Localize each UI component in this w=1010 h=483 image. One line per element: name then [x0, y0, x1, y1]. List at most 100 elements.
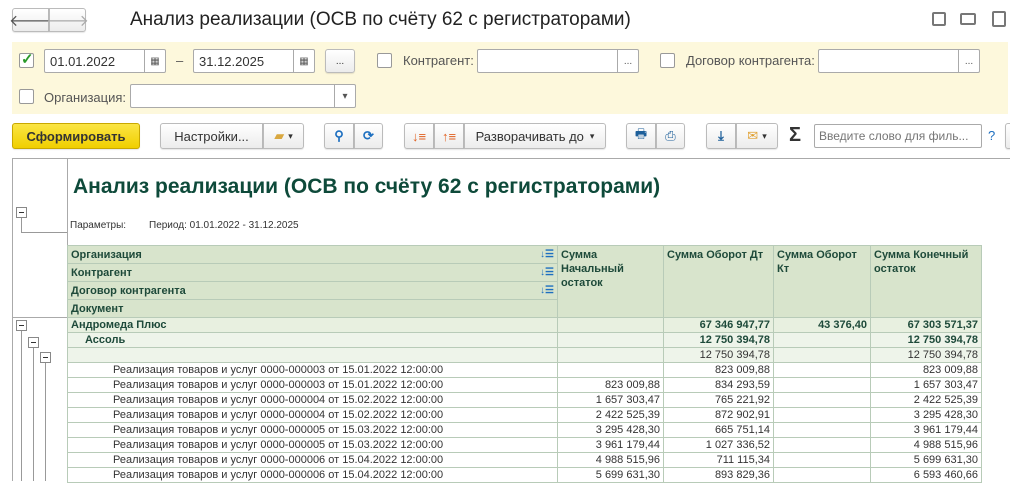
print-icon[interactable]: [960, 13, 976, 25]
org-field[interactable]: ▾: [130, 84, 356, 108]
preview-button[interactable]: ⎙: [656, 123, 685, 149]
variant-button[interactable]: ▰ ▾: [263, 123, 304, 149]
preview-icon[interactable]: [992, 11, 1006, 27]
kontragent-checkbox[interactable]: [377, 53, 392, 68]
search-next-icon: ⟳: [363, 128, 374, 143]
kontragent-name: Ассоль: [67, 332, 558, 348]
kontragent-field[interactable]: ...: [477, 49, 639, 73]
params-label: Параметры:: [70, 220, 127, 231]
sort-desc-button[interactable]: ↓≡: [404, 123, 434, 149]
col-header-dt[interactable]: Сумма Оборот Дт: [663, 245, 774, 318]
cell: 2 422 525,39: [557, 407, 664, 423]
dropdown-icon: ▾: [589, 130, 595, 141]
table-row[interactable]: Реализация товаров и услуг 0000-000005 о…: [67, 422, 982, 438]
table-row[interactable]: Реализация товаров и услуг 0000-000003 о…: [67, 377, 982, 393]
search-input[interactable]: [814, 124, 982, 148]
cell: [773, 437, 871, 453]
col-header-start[interactable]: Сумма Начальный остаток: [557, 245, 664, 318]
group-header[interactable]: Документ: [67, 299, 558, 318]
kontragent-row[interactable]: Ассоль 12 750 394,78 12 750 394,78: [67, 332, 982, 348]
cell: 67 303 571,37: [870, 317, 982, 333]
send-email-button[interactable]: ✉ ▾: [736, 123, 778, 149]
preview-icon: ⎙: [665, 128, 676, 143]
save-file-button[interactable]: ⤓: [706, 123, 736, 149]
sort-asc-button[interactable]: ↑≡: [434, 123, 464, 149]
document-name: Реализация товаров и услуг 0000-000006 о…: [67, 467, 558, 483]
dropdown-icon[interactable]: ▾: [334, 85, 355, 107]
search-button[interactable]: ⚲: [324, 123, 354, 149]
kontragent-label: Контрагент:: [403, 53, 474, 68]
dogovor-field[interactable]: ...: [818, 49, 980, 73]
table-row[interactable]: Реализация товаров и услуг 0000-000006 о…: [67, 467, 982, 483]
group-header[interactable]: Договор контрагента ↓☰: [67, 281, 558, 300]
arrow-right-icon: 🡒: [46, 12, 89, 30]
search-next-button[interactable]: ⟳: [354, 123, 383, 149]
cell: 823 009,88: [557, 377, 664, 393]
collapse-org-icon[interactable]: [16, 320, 27, 331]
org-name: Андромеда Плюс: [67, 317, 558, 333]
dash: –: [176, 53, 184, 68]
collapse-header-icon[interactable]: [16, 207, 27, 218]
cell: 834 293,59: [663, 377, 774, 393]
print-button[interactable]: 🖶: [626, 123, 656, 149]
generate-button[interactable]: Сформировать: [12, 123, 140, 149]
dropdown-icon: ▾: [288, 130, 293, 141]
period-select-button[interactable]: ...: [325, 49, 355, 73]
date-to-field[interactable]: 31.12.2025 ▦: [193, 49, 315, 73]
tree-line: [45, 363, 46, 481]
report-table: Организация ↓☰ Сумма Начальный остаток Су…: [67, 245, 982, 483]
dogovor-row[interactable]: 12 750 394,78 12 750 394,78: [67, 347, 982, 363]
document-name: Реализация товаров и услуг 0000-000003 о…: [67, 362, 558, 378]
help-link[interactable]: ?: [988, 128, 995, 143]
table-row[interactable]: Реализация товаров и услуг 0000-000003 о…: [67, 362, 982, 378]
cell: [557, 347, 664, 363]
cell: 1 657 303,47: [557, 392, 664, 408]
table-row[interactable]: Реализация товаров и услуг 0000-000004 о…: [67, 407, 982, 423]
cell: 3 961 179,44: [557, 437, 664, 453]
cell: [557, 332, 664, 348]
group-header[interactable]: Организация ↓☰: [67, 245, 558, 264]
gutter-divider: [12, 317, 67, 318]
save-icon[interactable]: [932, 12, 946, 26]
sort-icon: ↓☰: [540, 266, 554, 278]
calendar-icon[interactable]: ▦: [144, 50, 165, 72]
document-name: Реализация товаров и услуг 0000-000003 о…: [67, 377, 558, 393]
date-from-field[interactable]: 01.01.2022 ▦: [44, 49, 166, 73]
col-header-end[interactable]: Сумма Конечный остаток: [870, 245, 982, 318]
table-row[interactable]: Реализация товаров и услуг 0000-000004 о…: [67, 392, 982, 408]
tree-line: [21, 232, 67, 233]
cell: 3 961 179,44: [870, 422, 982, 438]
cell: [773, 467, 871, 483]
cell: 893 829,36: [663, 467, 774, 483]
tree-line: [21, 218, 22, 232]
dogovor-checkbox[interactable]: [660, 53, 675, 68]
sum-icon[interactable]: Σ: [789, 124, 801, 147]
cell: [773, 332, 871, 348]
cell: 6 593 460,66: [870, 467, 982, 483]
org-checkbox[interactable]: [19, 89, 34, 104]
cell: 5 699 631,30: [870, 452, 982, 468]
col-header-kt[interactable]: Сумма Оборот Кт: [773, 245, 871, 318]
sort-icon: ↓☰: [540, 248, 554, 260]
back-button[interactable]: 🡐: [9, 8, 52, 32]
table-row[interactable]: Реализация товаров и услуг 0000-000005 о…: [67, 437, 982, 453]
calendar-icon[interactable]: ▦: [293, 50, 314, 72]
group-header[interactable]: Контрагент ↓☰: [67, 263, 558, 282]
cell: [557, 317, 664, 333]
cell: [773, 422, 871, 438]
forward-button[interactable]: 🡒: [46, 8, 89, 32]
more-button[interactable]: [1005, 123, 1010, 149]
collapse-kontragent-icon[interactable]: [28, 337, 39, 348]
dogovor-label: Договор контрагента:: [686, 53, 815, 68]
org-row[interactable]: Андромеда Плюс 67 346 947,77 43 376,40 67 3…: [67, 317, 982, 333]
period-checkbox[interactable]: ✓: [19, 51, 34, 68]
cell: 5 699 631,30: [557, 467, 664, 483]
cell: [773, 452, 871, 468]
settings-button[interactable]: Настройки...: [160, 123, 263, 149]
params-value: Период: 01.01.2022 - 31.12.2025: [149, 220, 299, 231]
cell: 3 295 428,30: [557, 422, 664, 438]
divider: [12, 158, 1010, 159]
collapse-dogovor-icon[interactable]: [40, 352, 51, 363]
table-row[interactable]: Реализация товаров и услуг 0000-000006 о…: [67, 452, 982, 468]
expand-to-button[interactable]: Разворачивать до ▾: [464, 123, 606, 149]
